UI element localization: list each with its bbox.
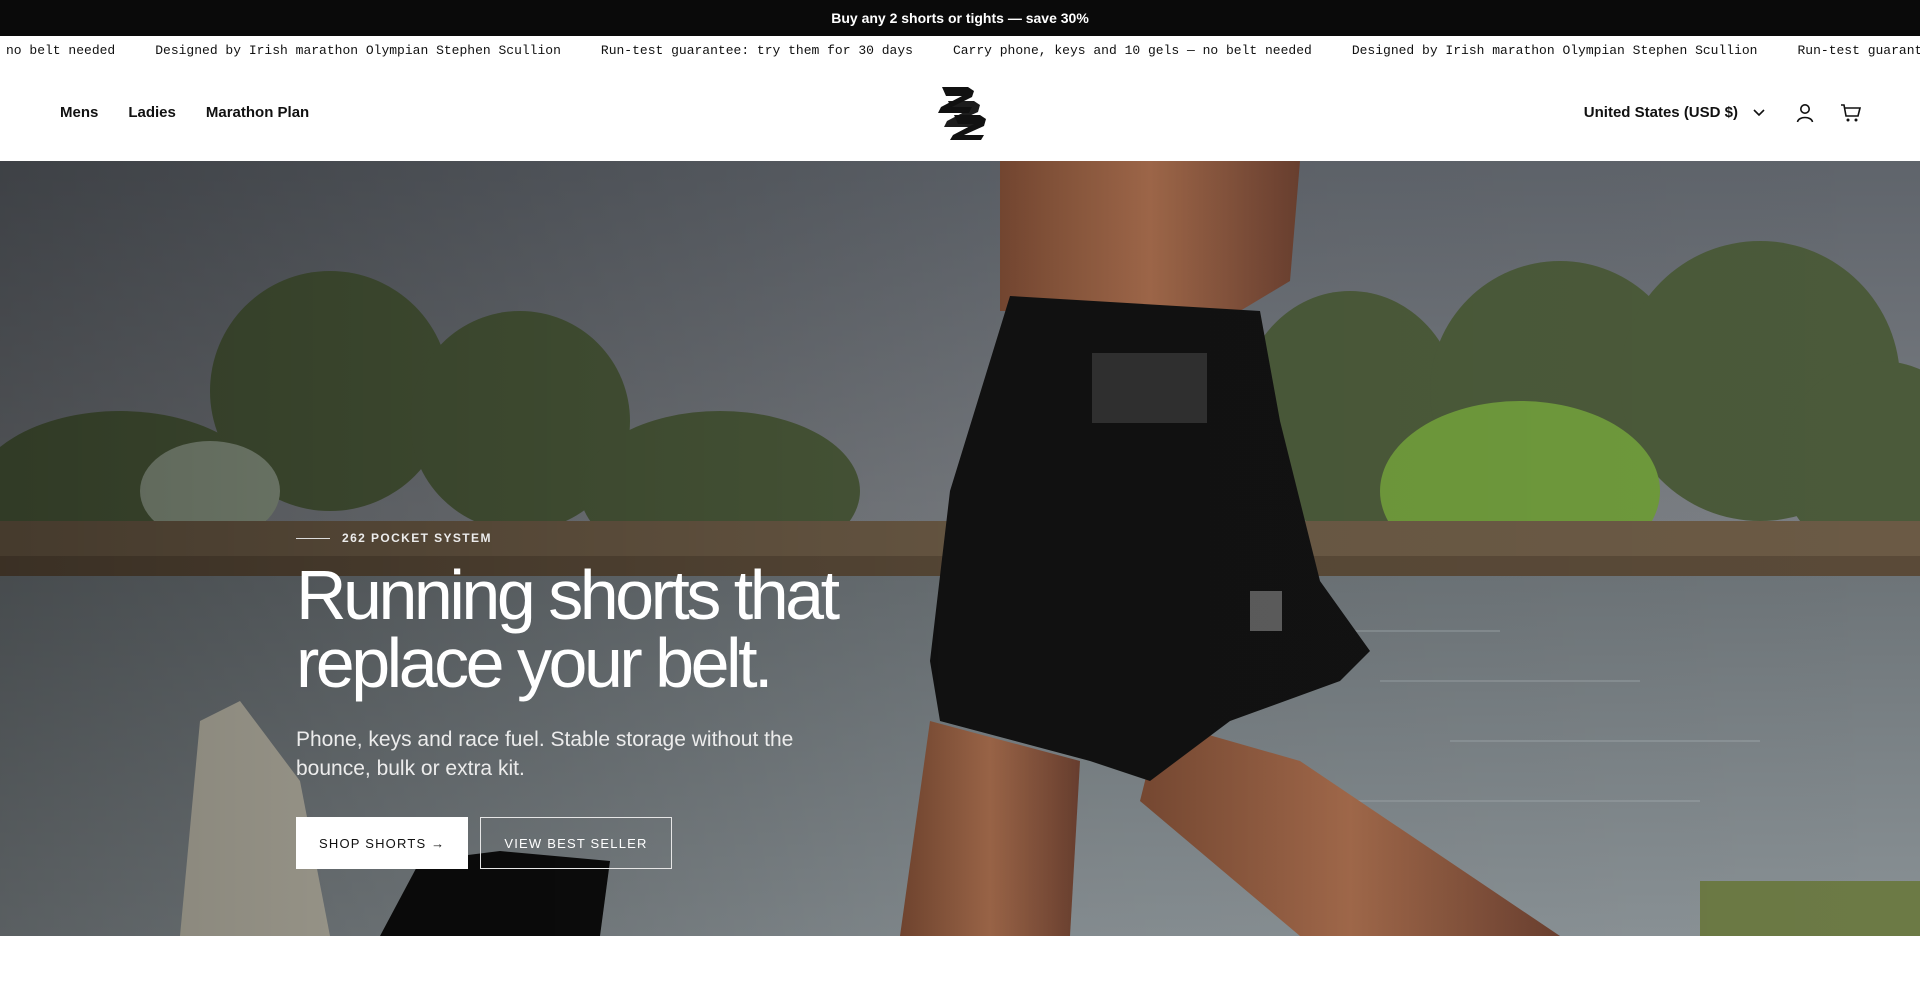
header-utilities: United States (USD $) xyxy=(1584,64,1862,161)
hero-headline: Running shorts that replace your belt. xyxy=(296,556,840,702)
site-header: Mens Ladies Marathon Plan United States … xyxy=(0,64,1920,161)
hero-image-runner xyxy=(0,161,1920,936)
brand-262-logo-icon xyxy=(938,87,986,140)
announcement-bar: Buy any 2 shorts or tights — save 30% xyxy=(0,0,1920,36)
nav-link-mens[interactable]: Mens xyxy=(60,104,98,121)
hero-eyebrow: 262 POCKET SYSTEM xyxy=(296,531,896,545)
ticker-item: Designed by Irish marathon Olympian Step… xyxy=(1351,43,1758,58)
ticker-item: Run-test guarantee: try them for 30 days xyxy=(600,43,913,58)
main-nav: Mens Ladies Marathon Plan xyxy=(60,64,309,161)
user-icon[interactable] xyxy=(1794,102,1816,124)
nav-link-ladies[interactable]: Ladies xyxy=(128,104,176,121)
hero-cta-group: SHOP SHORTS → VIEW BEST SELLER xyxy=(296,817,896,869)
chevron-down-icon xyxy=(1748,102,1770,124)
eyebrow-divider xyxy=(296,537,330,539)
benefits-ticker: no belt needed Designed by Irish maratho… xyxy=(0,36,1920,64)
hero-banner: 262 POCKET SYSTEM Running shorts that re… xyxy=(0,161,1920,936)
nav-link-marathon-plan[interactable]: Marathon Plan xyxy=(206,104,309,121)
brand-262-logo[interactable] xyxy=(934,85,988,141)
ticker-item: Run-test guarantee: try th xyxy=(1797,43,1920,58)
currency-label: United States (USD $) xyxy=(1583,104,1738,121)
currency-selector[interactable]: United States (USD $) xyxy=(1584,102,1770,124)
hero-subheadline: Phone, keys and race fuel. Stable storag… xyxy=(296,728,794,780)
ticker-item: Designed by Irish marathon Olympian Step… xyxy=(155,43,561,58)
view-best-seller-button[interactable]: VIEW BEST SELLER xyxy=(480,817,672,869)
ticker-item: Carry phone, keys and 10 gels — no belt … xyxy=(952,43,1312,58)
hero-copy: 262 POCKET SYSTEM Running shorts that re… xyxy=(296,531,896,869)
announcement-text: Buy any 2 shorts or tights — save 30% xyxy=(831,10,1089,26)
ticker-item: no belt needed xyxy=(6,43,116,58)
hero-eyebrow-text: 262 POCKET SYSTEM xyxy=(342,531,492,545)
shop-shorts-button[interactable]: SHOP SHORTS → xyxy=(296,817,469,869)
cart-icon[interactable] xyxy=(1840,102,1862,124)
